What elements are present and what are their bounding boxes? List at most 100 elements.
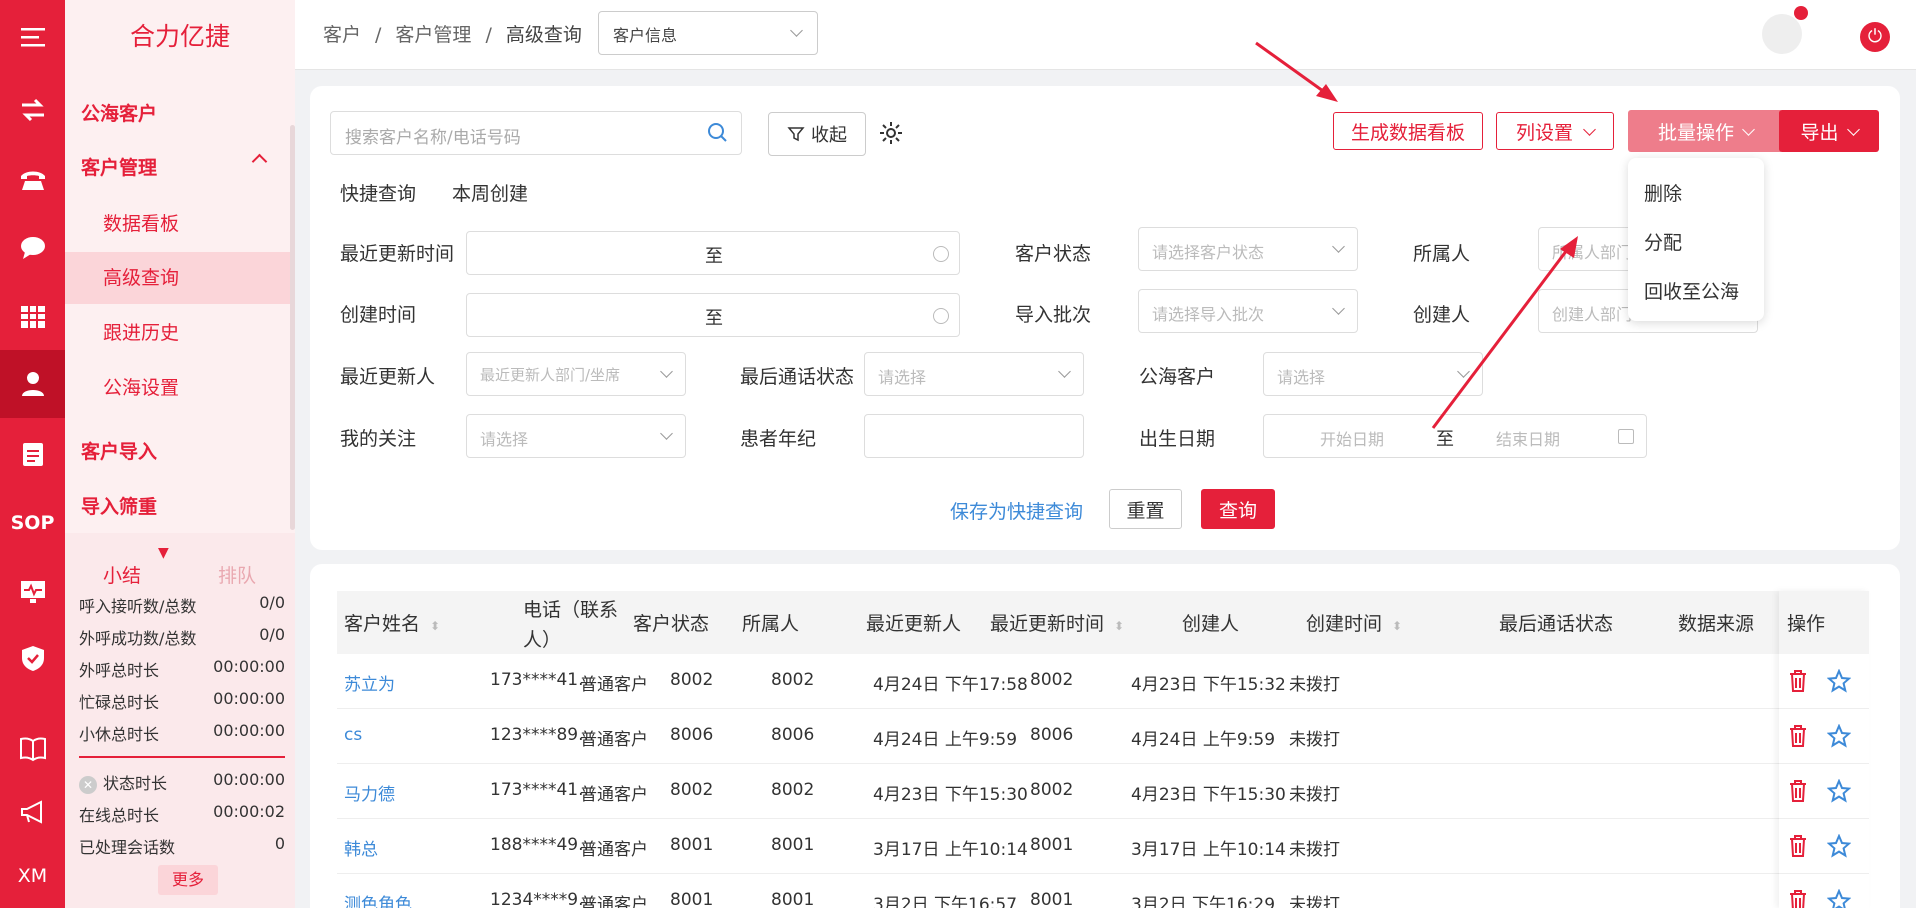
chevron-down-icon bbox=[790, 24, 803, 37]
cell-phone: 188****49... bbox=[490, 835, 595, 855]
tab-summary[interactable]: 小结 bbox=[103, 561, 141, 588]
birth-date-range[interactable]: 开始日期至结束日期 bbox=[1263, 414, 1647, 458]
my-follow-select[interactable]: 请选择 bbox=[466, 414, 686, 458]
monitor-icon[interactable] bbox=[0, 560, 65, 624]
sidebar-item-import-dedupe[interactable]: 导入筛重 bbox=[81, 492, 157, 519]
column-header-name[interactable]: 客户姓名 ⬍ bbox=[344, 609, 440, 636]
cell-last-update-time: 4月24日 上午9:59 bbox=[873, 730, 1018, 750]
menu-icon[interactable] bbox=[0, 5, 65, 69]
clock-icon bbox=[933, 246, 949, 262]
column-header-last-update-time[interactable]: 最近更新时间 ⬍ bbox=[990, 609, 1124, 636]
export-button[interactable]: 导出 bbox=[1779, 110, 1879, 152]
menu-item-assign[interactable]: 分配 bbox=[1644, 228, 1682, 255]
cell-last-call-status: 未拨打 bbox=[1289, 840, 1340, 860]
cell-last-update-time: 4月24日 下午17:58 bbox=[873, 675, 1028, 695]
megaphone-icon[interactable] bbox=[0, 780, 65, 844]
table-row: 韩总 188****49... 普通客户 8001 8001 3月17日 上午10:14 8… bbox=[337, 819, 1869, 874]
actions-column-shadow bbox=[1779, 591, 1869, 908]
chevron-down-icon bbox=[1846, 122, 1860, 136]
cell-name[interactable]: cs bbox=[344, 725, 362, 745]
clipboard-icon[interactable] bbox=[0, 422, 65, 486]
patient-age-input[interactable] bbox=[864, 414, 1084, 458]
book-icon[interactable] bbox=[0, 716, 65, 780]
column-header-last-updater: 最近更新人 bbox=[866, 613, 962, 635]
column-header-create-time[interactable]: 创建时间 ⬍ bbox=[1306, 609, 1402, 636]
public-sea-select[interactable]: 请选择 bbox=[1263, 352, 1483, 396]
cell-status: 普通客户 bbox=[580, 895, 648, 908]
search-icon[interactable] bbox=[707, 122, 729, 144]
sidebar-item-customer-management[interactable]: 客户管理 bbox=[81, 153, 157, 180]
menu-item-delete[interactable]: 删除 bbox=[1644, 179, 1682, 206]
cell-creator: 8002 bbox=[1030, 780, 1074, 800]
cell-name[interactable]: 苏立为 bbox=[344, 670, 395, 695]
breadcrumb-customer[interactable]: 客户 bbox=[323, 24, 361, 46]
more-button[interactable]: 更多 bbox=[158, 865, 218, 895]
quick-query-label: 快捷查询 bbox=[340, 183, 417, 205]
shield-icon[interactable] bbox=[0, 626, 65, 690]
generate-dashboard-button[interactable]: 生成数据看板 bbox=[1333, 112, 1483, 150]
stat-row: 外呼成功数/总数 0/0 bbox=[79, 625, 285, 648]
column-header-owner: 所属人 bbox=[742, 613, 800, 635]
cell-status: 普通客户 bbox=[580, 730, 648, 750]
sidebar-item-advanced-query[interactable]: 高级查询 bbox=[65, 252, 295, 304]
stat-row: 忙碌总时长 00:00:00 bbox=[79, 689, 285, 712]
query-button[interactable]: 查询 bbox=[1201, 489, 1275, 529]
phone-icon[interactable] bbox=[0, 147, 65, 211]
cell-status: 普通客户 bbox=[580, 840, 648, 860]
column-header-creator: 创建人 bbox=[1182, 613, 1240, 635]
column-settings-button[interactable]: 列设置 bbox=[1496, 112, 1614, 150]
cell-name[interactable]: 马力德 bbox=[344, 780, 395, 805]
breadcrumb: 客户 / 客户管理 / 高级查询 bbox=[323, 24, 582, 46]
create-time-range[interactable]: 至 bbox=[466, 293, 960, 337]
cell-name[interactable]: 韩总 bbox=[344, 835, 378, 860]
save-quick-query-link[interactable]: 保存为快捷查询 bbox=[950, 497, 1083, 524]
toggle-arrow-icon[interactable]: ▼ bbox=[158, 545, 169, 561]
chevron-down-icon bbox=[660, 365, 673, 378]
stat-row: 小休总时长 00:00:00 bbox=[79, 721, 285, 744]
avatar[interactable] bbox=[1762, 6, 1808, 54]
column-header-phone: 电话（联系 人） bbox=[523, 599, 619, 651]
menu-item-recycle-to-sea[interactable]: 回收至公海 bbox=[1644, 277, 1739, 304]
quick-query-this-week[interactable]: 本周创建 bbox=[452, 179, 528, 206]
grid-icon[interactable] bbox=[0, 285, 65, 349]
sidebar-item-follow-history[interactable]: 跟进历史 bbox=[65, 307, 295, 359]
last-update-time-range[interactable]: 至 bbox=[466, 231, 960, 275]
reset-button[interactable]: 重置 bbox=[1109, 489, 1182, 529]
breadcrumb-customer-management[interactable]: 客户管理 bbox=[395, 24, 471, 46]
customer-icon[interactable] bbox=[0, 350, 65, 418]
search-input[interactable]: 搜索客户名称/电话号码 bbox=[330, 111, 742, 155]
cell-phone: 1234****9... bbox=[490, 890, 595, 908]
cell-creator: 8002 bbox=[1030, 670, 1074, 690]
sidebar-item-dashboard[interactable]: 数据看板 bbox=[65, 198, 295, 250]
cell-name[interactable]: 测色角色 bbox=[344, 890, 412, 908]
sidebar-item-customer-import[interactable]: 客户导入 bbox=[81, 437, 157, 464]
cell-creator: 8006 bbox=[1030, 725, 1074, 745]
stats-panel: 小结 ▼ 排队 呼入接听数/总数 0/0 外呼成功数/总数 0/0 外呼总时长 00:… bbox=[65, 533, 295, 908]
xm-logo[interactable]: XM bbox=[0, 844, 65, 908]
chevron-down-icon bbox=[1332, 302, 1345, 315]
tab-queue[interactable]: 排队 bbox=[218, 561, 256, 588]
sidebar-item-sea-settings[interactable]: 公海设置 bbox=[65, 362, 295, 414]
sidebar-item-public-sea[interactable]: 公海客户 bbox=[81, 99, 157, 126]
batch-operation-button[interactable]: 批量操作 bbox=[1628, 110, 1783, 152]
power-icon[interactable]: ⏻ bbox=[1860, 22, 1890, 52]
last-updater-select[interactable]: 最近更新人部门/坐席 bbox=[466, 352, 686, 396]
brand-title: 合力亿捷 bbox=[129, 22, 230, 51]
last-call-status-select[interactable]: 请选择 bbox=[864, 352, 1084, 396]
status-clear-icon[interactable]: ✕ bbox=[79, 776, 97, 794]
transfer-icon[interactable] bbox=[0, 78, 65, 142]
chevron-down-icon bbox=[1583, 122, 1596, 136]
customer-status-select[interactable]: 请选择客户状态 bbox=[1138, 227, 1358, 271]
label-patient-age: 患者年纪 bbox=[740, 428, 817, 450]
chat-icon[interactable] bbox=[0, 216, 65, 280]
sop-icon[interactable]: SOP bbox=[0, 491, 65, 555]
import-batch-select[interactable]: 请选择导入批次 bbox=[1138, 289, 1358, 333]
customer-info-select[interactable]: 客户信息 bbox=[598, 11, 818, 55]
chevron-down-icon bbox=[1457, 365, 1470, 378]
cell-create-time: 4月23日 下午15:30 bbox=[1131, 785, 1286, 805]
table-row: 马力德 173****41... 普通客户 8002 8002 4月23日 下午15:30… bbox=[337, 764, 1869, 819]
gear-icon[interactable] bbox=[878, 120, 904, 146]
column-header-data-source: 数据来源 bbox=[1678, 613, 1755, 635]
collapse-button[interactable]: 收起 bbox=[768, 112, 866, 156]
sidebar-scrollbar[interactable] bbox=[290, 125, 295, 530]
